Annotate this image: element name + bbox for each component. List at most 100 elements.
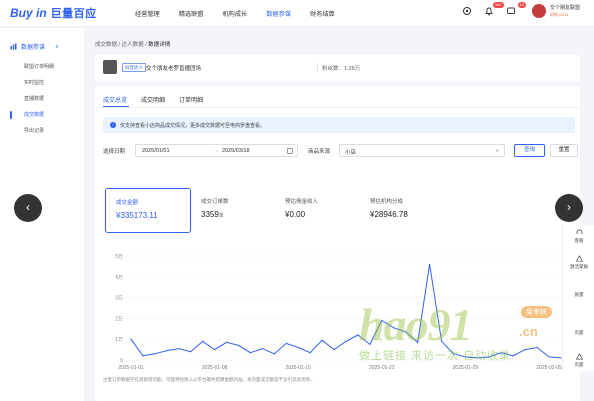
sidebar-group-data[interactable]: 数据参谋 ∧ bbox=[10, 42, 59, 51]
metric-label: 成交订单数 bbox=[201, 199, 229, 205]
metric-value: ¥335173.11 bbox=[116, 211, 158, 220]
tab-divider bbox=[95, 107, 580, 108]
metric-value: ¥28946.78 bbox=[370, 210, 408, 219]
footnote: 注意订单数据存在退款等可能，可能预估收入以平台最终结算金额为准。本页面成交额是不… bbox=[103, 377, 314, 382]
user-info[interactable]: 交个朋友联盟 机构-MCN bbox=[550, 4, 580, 18]
date-range-picker[interactable]: 2025/01/01 → 2025/03/18 bbox=[135, 144, 298, 157]
metric-cards: 成交金额 ¥335173.11 成交订单数 3359单 预估佣金收入 ¥0.00… bbox=[103, 188, 568, 233]
notice-text: 仅支持查看小店商品成交情况，更多成交数据可至电商罗盘查看。 bbox=[120, 122, 266, 129]
tab-deal-detail[interactable]: 成交明细 bbox=[141, 95, 165, 104]
date-start[interactable]: 2025/01/01 bbox=[142, 148, 170, 154]
series-line bbox=[130, 264, 562, 359]
sidebar-active-indicator bbox=[10, 111, 12, 119]
warning-icon bbox=[575, 353, 583, 360]
data-point bbox=[488, 356, 490, 358]
main-panel: 成交总览 成交明细 订单明细 i 仅支持查看小店商品成交情况，更多成交数据可至电… bbox=[95, 86, 580, 401]
data-point bbox=[166, 350, 168, 352]
data-point bbox=[333, 349, 335, 351]
rail-item-page-1[interactable]: 页面 bbox=[563, 330, 594, 336]
data-point bbox=[405, 331, 407, 333]
y-tick-label: 5万 bbox=[115, 254, 123, 260]
data-point bbox=[190, 351, 192, 353]
rail-item-activate[interactable]: 激活掌报 bbox=[563, 255, 594, 270]
date-label: 选择日期 bbox=[103, 149, 126, 155]
prev-arrow-button[interactable]: ‹ bbox=[14, 194, 42, 222]
sidebar-item-monitor[interactable]: 实时监控 bbox=[24, 79, 44, 86]
data-point bbox=[417, 341, 419, 343]
data-point bbox=[142, 355, 144, 357]
fans-count: 粉丝数：1.28万 bbox=[322, 64, 360, 72]
tab-bar: 成交总览 成交明细 订单明细 bbox=[103, 95, 217, 104]
tab-overview[interactable]: 成交总览 bbox=[103, 95, 127, 104]
y-tick-label: 4万 bbox=[115, 275, 123, 281]
nav-item-finance[interactable]: 财务结算 bbox=[310, 9, 335, 18]
breadcrumb-current: 数据详情 bbox=[148, 42, 171, 48]
x-tick-label: 2025-01-29 bbox=[453, 365, 479, 371]
right-rail: 客服 激活掌报 质量 页面 页面 bbox=[562, 225, 594, 371]
sidebar-item-orders[interactable]: 联盟订单明细 bbox=[24, 63, 54, 70]
data-point bbox=[297, 346, 299, 349]
tab-order-detail[interactable]: 订单明细 bbox=[179, 95, 203, 104]
metric-value: 3359单 bbox=[201, 210, 224, 219]
x-tick-label: 2025-02-05 bbox=[536, 365, 562, 371]
bell-icon[interactable]: 99+ bbox=[484, 2, 504, 16]
data-point bbox=[285, 342, 287, 344]
data-point bbox=[345, 340, 347, 342]
metric-orders[interactable]: 成交订单数 3359单 bbox=[191, 188, 277, 233]
avatar[interactable] bbox=[531, 4, 546, 18]
bell-badge: 99+ bbox=[493, 2, 504, 8]
fans-value: 1.28万 bbox=[344, 66, 361, 72]
y-tick-label: 2万 bbox=[115, 316, 123, 322]
headset-icon bbox=[576, 229, 582, 234]
breadcrumb-deals[interactable]: 成交数据 bbox=[95, 42, 117, 48]
data-point bbox=[452, 353, 455, 355]
info-icon: i bbox=[110, 122, 116, 128]
metric-gmv[interactable]: 成交金额 ¥335173.11 bbox=[105, 188, 191, 233]
breadcrumb-creators[interactable]: 达人数据 bbox=[122, 42, 144, 48]
sidebar-item-live[interactable]: 直播数据 bbox=[24, 95, 44, 102]
metric-label: 预估佣金收入 bbox=[285, 199, 319, 205]
sidebar-item-deals[interactable]: 成交数据 bbox=[24, 111, 44, 118]
chevron-down-icon: ∨ bbox=[495, 148, 499, 154]
data-point bbox=[261, 347, 263, 350]
x-tick-label: 2025-01-15 bbox=[285, 365, 311, 371]
app-logo[interactable]: Buy in 巨量百应 bbox=[10, 5, 97, 21]
next-arrow-button[interactable]: › bbox=[555, 194, 583, 222]
sidebar: 数据参谋 ∧ 联盟订单明细 实时监控 直播数据 成交数据 导出记录 bbox=[0, 28, 84, 401]
reset-button[interactable]: 重置 bbox=[550, 144, 578, 157]
metric-label: 预估机构分成 bbox=[370, 199, 404, 205]
date-end[interactable]: 2025/03/18 bbox=[222, 148, 250, 154]
data-point bbox=[512, 355, 514, 357]
header-actions: 99+ 15 交个朋友联盟 机构-MCN bbox=[450, 2, 580, 18]
rail-item-page-2[interactable]: 页面 bbox=[563, 353, 594, 368]
y-tick-label: 3万 bbox=[115, 296, 123, 302]
breadcrumb: 成交数据 / 达人数据 / 数据详情 bbox=[95, 40, 170, 48]
user-name: 交个朋友联盟 bbox=[549, 5, 580, 11]
query-button[interactable]: 查询 bbox=[514, 144, 545, 157]
data-point bbox=[130, 338, 132, 340]
data-point bbox=[524, 349, 526, 351]
warning-icon bbox=[575, 255, 583, 262]
message-icon[interactable]: 15 bbox=[506, 2, 526, 16]
data-point bbox=[309, 352, 311, 354]
divider bbox=[317, 63, 318, 71]
source-select[interactable]: 小店 ∨ bbox=[339, 144, 505, 157]
data-point bbox=[214, 349, 216, 351]
sidebar-item-export[interactable]: 导出记录 bbox=[24, 127, 44, 134]
nav-item-management[interactable]: 经营管理 bbox=[135, 9, 160, 18]
nav-item-alliance[interactable]: 精选联盟 bbox=[179, 9, 204, 18]
x-tick-label: 2025-01-08 bbox=[202, 365, 228, 371]
metric-commission[interactable]: 预估佣金收入 ¥0.00 bbox=[275, 188, 361, 233]
nav-item-data[interactable]: 数据参谋 bbox=[266, 9, 291, 18]
source-value: 小店 bbox=[345, 150, 357, 156]
creator-card: 抖音达人 交个朋友老罗直播团场 粉丝数：1.28万 bbox=[95, 55, 580, 81]
data-point bbox=[369, 343, 371, 345]
metric-agency-share[interactable]: 预估机构分成 ¥28946.78 bbox=[360, 188, 450, 233]
data-point bbox=[225, 341, 228, 343]
nav-item-growth[interactable]: 机构成长 bbox=[223, 9, 248, 18]
rail-item-quality[interactable]: 质量 bbox=[563, 292, 594, 298]
rail-item-service[interactable]: 客服 bbox=[563, 229, 594, 244]
settings-icon[interactable] bbox=[462, 6, 472, 16]
calendar-icon[interactable] bbox=[287, 148, 293, 154]
data-icon bbox=[10, 43, 17, 50]
